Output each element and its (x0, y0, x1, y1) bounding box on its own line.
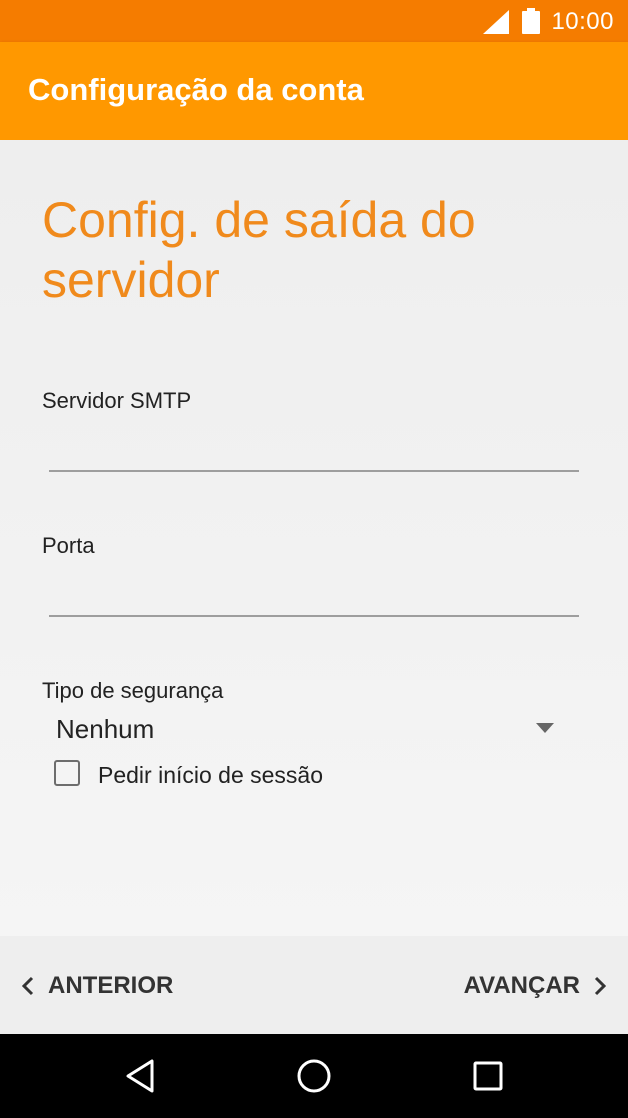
home-icon[interactable] (296, 1058, 332, 1094)
back-icon[interactable] (124, 1058, 156, 1094)
chevron-right-icon (594, 976, 606, 996)
security-type-label: Tipo de segurança (42, 678, 224, 703)
signal-icon (483, 10, 509, 34)
next-button-label: AVANÇAR (463, 972, 580, 999)
smtp-server-input[interactable] (49, 434, 579, 472)
port-input[interactable] (49, 579, 579, 617)
security-type-select[interactable]: Nenhum (42, 706, 572, 752)
footer-actions: ANTERIOR AVANÇAR (0, 936, 628, 1034)
status-bar: 10:00 (0, 0, 628, 42)
battery-icon (522, 8, 540, 34)
recents-icon[interactable] (472, 1058, 504, 1094)
app-bar-title: Configuração da conta (28, 72, 364, 107)
dropdown-arrow-icon (536, 723, 554, 733)
chevron-left-icon (22, 976, 34, 996)
system-nav-bar (0, 1034, 628, 1118)
main-content: Config. de saída do servidor Servidor SM… (0, 140, 628, 936)
app-bar: Configuração da conta (0, 42, 628, 140)
smtp-server-label: Servidor SMTP (42, 388, 192, 413)
page-title: Config. de saída do servidor (42, 192, 476, 308)
status-clock: 10:00 (551, 8, 614, 35)
require-signin-checkbox[interactable] (54, 760, 80, 786)
previous-button[interactable]: ANTERIOR (22, 972, 173, 1000)
port-label: Porta (42, 533, 95, 558)
previous-button-label: ANTERIOR (48, 972, 174, 999)
next-button[interactable]: AVANÇAR (464, 972, 606, 1000)
security-type-value: Nenhum (56, 714, 155, 744)
require-signin-label: Pedir início de sessão (98, 762, 324, 788)
